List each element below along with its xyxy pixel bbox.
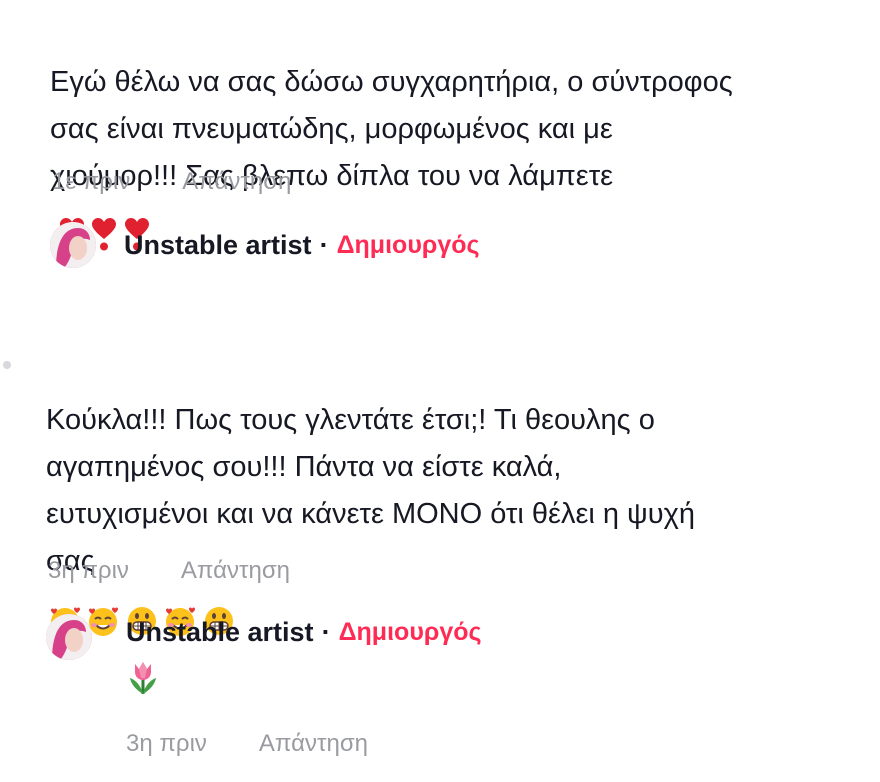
- reply-body: [126, 660, 482, 700]
- comment-1: Εγώ θέλω να σας δώσω συγχαρητήρια, ο σύν…: [50, 12, 870, 251]
- avatar[interactable]: [50, 222, 96, 268]
- creator-badge: Δημιουργός: [338, 617, 482, 646]
- separator-dot: ·: [321, 616, 331, 647]
- comment-timestamp: 3η πριν: [48, 557, 129, 584]
- reply-content: Unstable artist · Δημιουργός 3η πριν Απά…: [126, 610, 482, 758]
- avatar-image: [50, 222, 96, 268]
- reply-header: Unstable artist · Δημιουργός: [124, 230, 480, 261]
- reply-button[interactable]: Απάντηση: [181, 557, 290, 585]
- reply-header: Unstable artist · Δημιουργός: [126, 610, 482, 654]
- separator-dot: ·: [319, 229, 329, 260]
- comment-1-meta: 1ε πριν Απάντηση: [52, 168, 291, 196]
- reply-author[interactable]: Unstable artist: [126, 617, 314, 648]
- avatar[interactable]: [46, 614, 92, 660]
- comment-2-meta: 3η πριν Απάντηση: [48, 557, 290, 585]
- comment-2: Κούκλα!!! Πως τους γλεντάτε έτσι;! Τι θε…: [46, 350, 866, 638]
- reply-timestamp: 3η πριν: [126, 730, 207, 757]
- comment-timestamp: 1ε πριν: [52, 168, 131, 195]
- reply-button[interactable]: Απάντηση: [259, 730, 368, 758]
- tulip-icon: [130, 662, 156, 694]
- comment-body: Κούκλα!!! Πως τους γλεντάτε έτσι;! Τι θε…: [46, 404, 695, 577]
- reply-2: Unstable artist · Δημιουργός 3η πριν Απά…: [46, 610, 846, 758]
- reply-button[interactable]: Απάντηση: [182, 168, 291, 196]
- reply-1: Unstable artist · Δημιουργός: [50, 222, 480, 268]
- creator-badge: Δημιουργός: [336, 230, 480, 259]
- thread-indicator: [3, 361, 11, 369]
- reply-meta: 3η πριν Απάντηση: [126, 730, 482, 758]
- reply-author[interactable]: Unstable artist: [124, 230, 312, 261]
- avatar-image: [46, 614, 92, 660]
- comment-text: Κούκλα!!! Πως τους γλεντάτε έτσι;! Τι θε…: [46, 404, 695, 577]
